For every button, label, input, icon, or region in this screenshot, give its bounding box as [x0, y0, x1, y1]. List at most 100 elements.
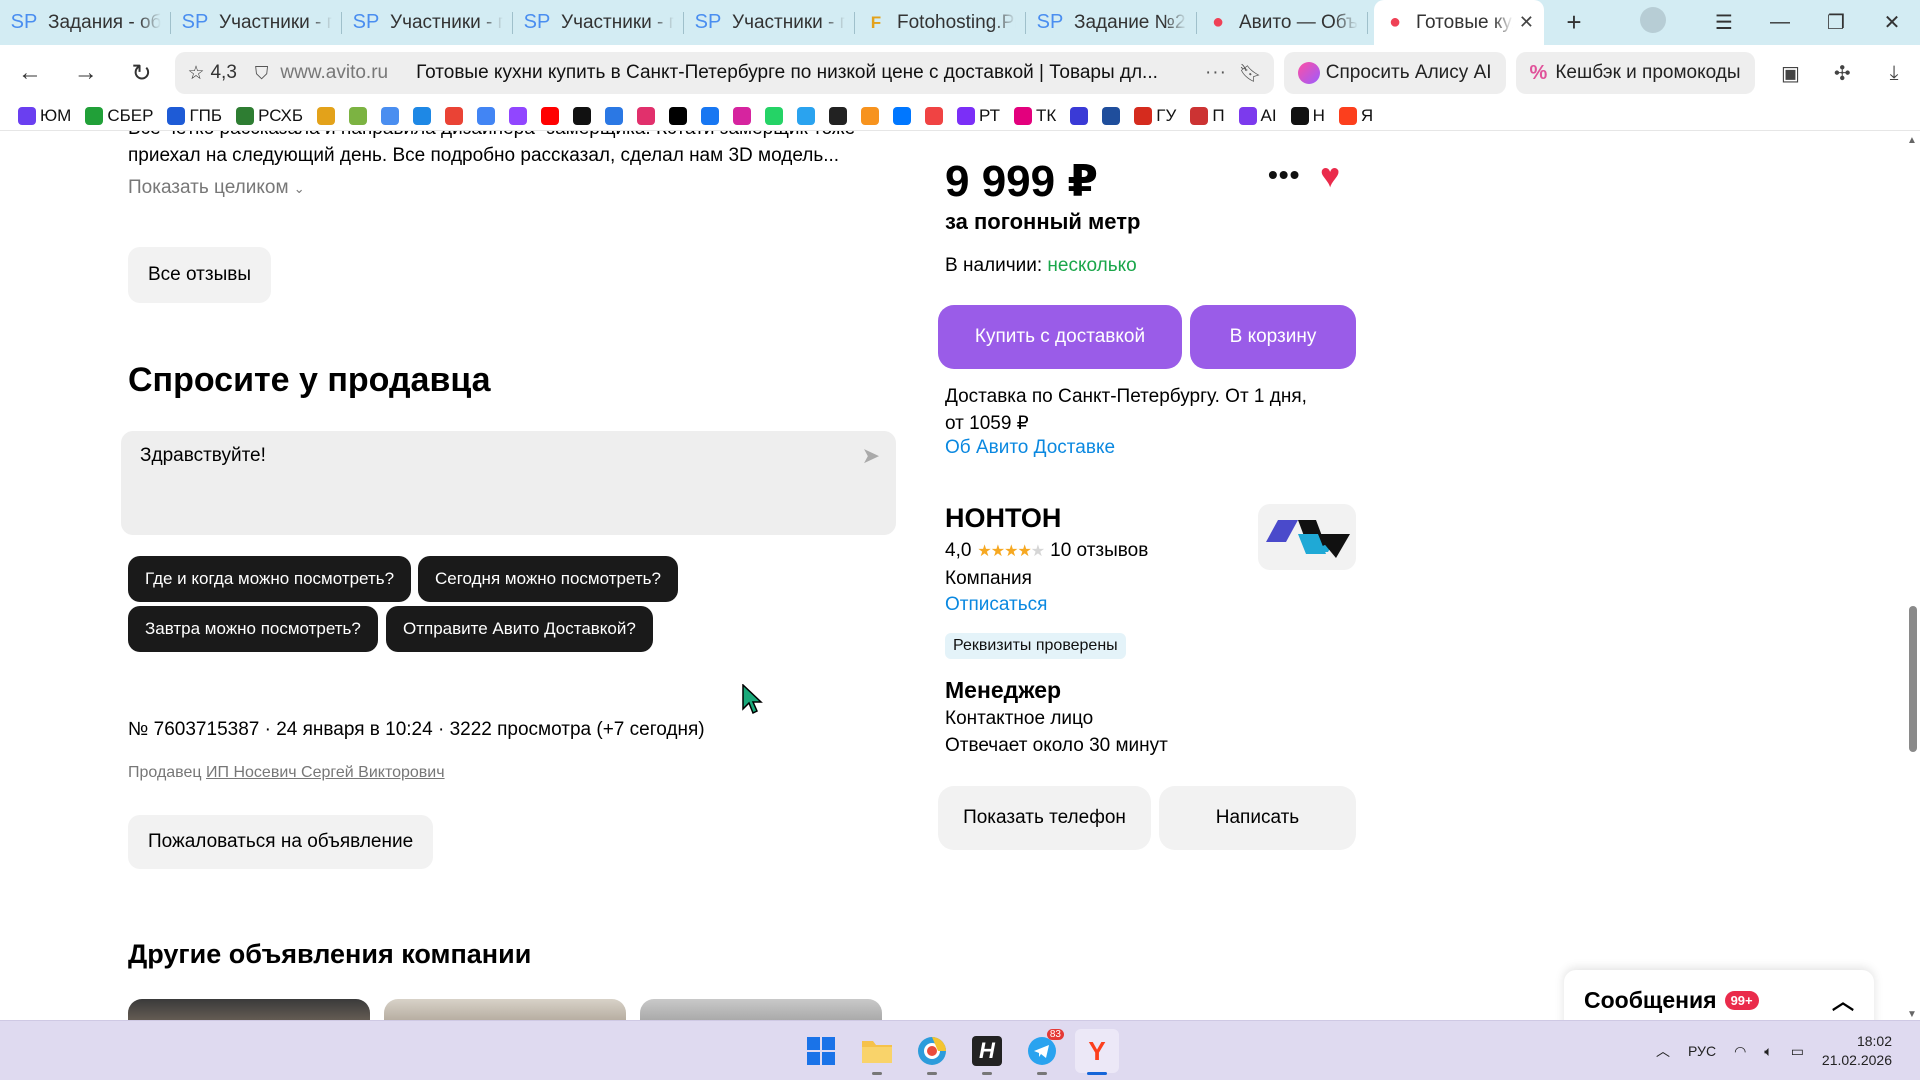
browser-tab[interactable]: SP Участники - пр — [171, 0, 342, 45]
telegram-taskbar-icon[interactable]: 83 — [1020, 1029, 1064, 1075]
back-button[interactable]: ← — [2, 45, 58, 101]
browser-tab[interactable]: F Fotohosting.Pro — [855, 0, 1026, 45]
forward-button[interactable]: → — [58, 45, 114, 101]
cashback-button[interactable]: % Кешбэк и промокоды — [1515, 52, 1755, 94]
downloads-icon[interactable]: ⤓ — [1868, 45, 1920, 101]
profile-avatar-icon[interactable] — [1640, 6, 1696, 39]
reviews-count-link[interactable]: 10 отзывов — [1050, 540, 1148, 562]
chevron-up-icon[interactable]: ︿ — [1832, 984, 1854, 1016]
unsubscribe-link[interactable]: Отписаться — [945, 594, 1047, 616]
bookmark-item[interactable] — [541, 106, 560, 125]
bookmark-item[interactable] — [1102, 106, 1121, 125]
listing-thumbnail[interactable] — [128, 999, 370, 1020]
bookmark-item[interactable] — [349, 106, 368, 125]
app-h-taskbar-icon[interactable]: H — [965, 1029, 1009, 1075]
bookmark-item[interactable] — [317, 106, 336, 125]
bookmark-item[interactable]: РТ — [957, 106, 1000, 126]
start-button[interactable] — [799, 1029, 843, 1073]
chevron-up-icon[interactable]: ︿ — [1656, 1041, 1670, 1061]
site-rating[interactable]: ☆ 4,3 — [187, 62, 236, 85]
quick-question-chip[interactable]: Сегодня можно посмотреть? — [418, 556, 678, 602]
company-logo[interactable] — [1258, 504, 1356, 570]
language-indicator[interactable]: РУС — [1688, 1043, 1716, 1059]
browser-tab[interactable]: ● Готовые кух ✕ — [1374, 0, 1544, 45]
screenshot-icon[interactable]: ▣ — [1765, 45, 1817, 101]
scrollbar-thumb[interactable] — [1909, 606, 1917, 752]
scroll-down-icon[interactable]: ▼ — [1907, 1009, 1917, 1020]
bookmark-item[interactable]: РСХБ — [236, 106, 303, 126]
bookmark-item[interactable] — [573, 106, 592, 125]
bookmark-item[interactable]: ЮМ — [18, 106, 71, 126]
reload-button[interactable]: ↻ — [114, 45, 170, 101]
bookmark-item[interactable]: ГУ — [1134, 106, 1176, 126]
volume-icon[interactable]: 🔈︎ — [1764, 1043, 1772, 1060]
quick-question-chip[interactable]: Где и когда можно посмотреть? — [128, 556, 412, 602]
restore-button[interactable]: ❐ — [1808, 10, 1864, 35]
bookmark-item[interactable] — [925, 106, 944, 125]
bookmark-item[interactable]: AI — [1238, 106, 1277, 126]
bookmark-item[interactable] — [669, 106, 688, 125]
bookmark-item[interactable]: Я — [1338, 106, 1373, 126]
bookmark-item[interactable] — [829, 106, 848, 125]
listing-thumbnail[interactable] — [640, 999, 882, 1020]
more-icon[interactable]: ··· — [1205, 62, 1227, 84]
bookmark-item[interactable]: П — [1190, 106, 1225, 126]
minimize-button[interactable]: — — [1752, 11, 1808, 34]
bookmark-item[interactable] — [733, 106, 752, 125]
browser-taskbar-icon[interactable] — [910, 1029, 954, 1075]
messages-widget[interactable]: Сообщения 99+ ︿ — [1564, 970, 1874, 1020]
message-input[interactable]: Здравствуйте! ➤ — [121, 431, 896, 535]
quick-question-chip[interactable]: Завтра можно посмотреть? — [128, 606, 378, 652]
buy-with-delivery-button[interactable]: Купить с доставкой — [938, 305, 1182, 369]
bookmark-item[interactable] — [797, 106, 816, 125]
scroll-up-icon[interactable]: ▲ — [1907, 135, 1917, 146]
write-message-button[interactable]: Написать — [1159, 786, 1356, 850]
all-reviews-button[interactable]: Все отзывы — [128, 247, 271, 303]
bookmark-item[interactable] — [701, 106, 720, 125]
page-scrollbar[interactable]: ▲ ▼ — [1904, 131, 1920, 1020]
wifi-icon[interactable]: ◠ — [1734, 1043, 1746, 1060]
about-delivery-link[interactable]: Об Авито Доставке — [945, 437, 1115, 459]
more-options-icon[interactable]: ••• — [1268, 159, 1300, 191]
bookmark-item[interactable] — [765, 106, 784, 125]
browser-tab[interactable]: SP Задания - общие — [0, 0, 171, 45]
address-bar[interactable]: ☆ 4,3 ⛉ www.avito.ru Готовые кухни купит… — [175, 52, 1274, 94]
extensions-icon[interactable]: ✣ — [1816, 45, 1868, 101]
file-explorer-taskbar-icon[interactable] — [855, 1029, 899, 1075]
listing-thumbnail[interactable] — [384, 999, 626, 1020]
bookmark-icon[interactable]: 🔖︎ — [1239, 63, 1262, 84]
bookmark-item[interactable] — [605, 106, 624, 125]
add-to-cart-button[interactable]: В корзину — [1190, 305, 1356, 369]
browser-tab[interactable]: ● Авито — Объяв — [1197, 0, 1368, 45]
bookmark-item[interactable] — [445, 106, 464, 125]
clock[interactable]: 18:02 21.02.2026 — [1822, 1032, 1892, 1070]
new-tab-button[interactable]: + — [1554, 7, 1594, 39]
browser-tab[interactable]: SP Участники - пр — [342, 0, 513, 45]
bookmark-item[interactable] — [893, 106, 912, 125]
bookmark-item[interactable] — [1070, 106, 1089, 125]
browser-tab[interactable]: SP Участники - пр — [684, 0, 855, 45]
shield-icon[interactable]: ⛉ — [255, 63, 269, 84]
complain-button[interactable]: Пожаловаться на объявление — [128, 815, 434, 869]
battery-icon[interactable]: ▭ — [1791, 1043, 1804, 1060]
bookmark-item[interactable]: ГПБ — [167, 106, 222, 126]
browser-tab[interactable]: SP Участники - пр — [513, 0, 684, 45]
bookmark-item[interactable]: СБЕР — [85, 106, 153, 126]
company-name[interactable]: НОНТОН — [945, 503, 1061, 534]
show-full-link[interactable]: Показать целиком ⌄ — [128, 177, 305, 199]
show-phone-button[interactable]: Показать телефон — [938, 786, 1151, 850]
ask-alice-button[interactable]: Спросить Алису AI — [1283, 52, 1506, 94]
quick-question-chip[interactable]: Отправите Авито Доставкой? — [386, 606, 653, 652]
yandex-browser-taskbar-icon[interactable]: Y — [1075, 1029, 1119, 1075]
send-icon[interactable]: ➤ — [862, 443, 880, 469]
close-window-button[interactable]: ✕ — [1864, 10, 1920, 35]
bookmark-item[interactable] — [381, 106, 400, 125]
close-tab-icon[interactable]: ✕ — [1519, 12, 1534, 33]
company-rating[interactable]: 4,0 ★★★★★ 10 отзывов — [945, 540, 1148, 562]
bookmark-item[interactable]: ТК — [1014, 106, 1056, 126]
bookmark-item[interactable] — [861, 106, 880, 125]
bookmark-item[interactable] — [477, 106, 496, 125]
bookmark-item[interactable] — [637, 106, 656, 125]
browser-tab[interactable]: SP Задание №278 — [1026, 0, 1197, 45]
bookmark-item[interactable]: Н — [1290, 106, 1325, 126]
